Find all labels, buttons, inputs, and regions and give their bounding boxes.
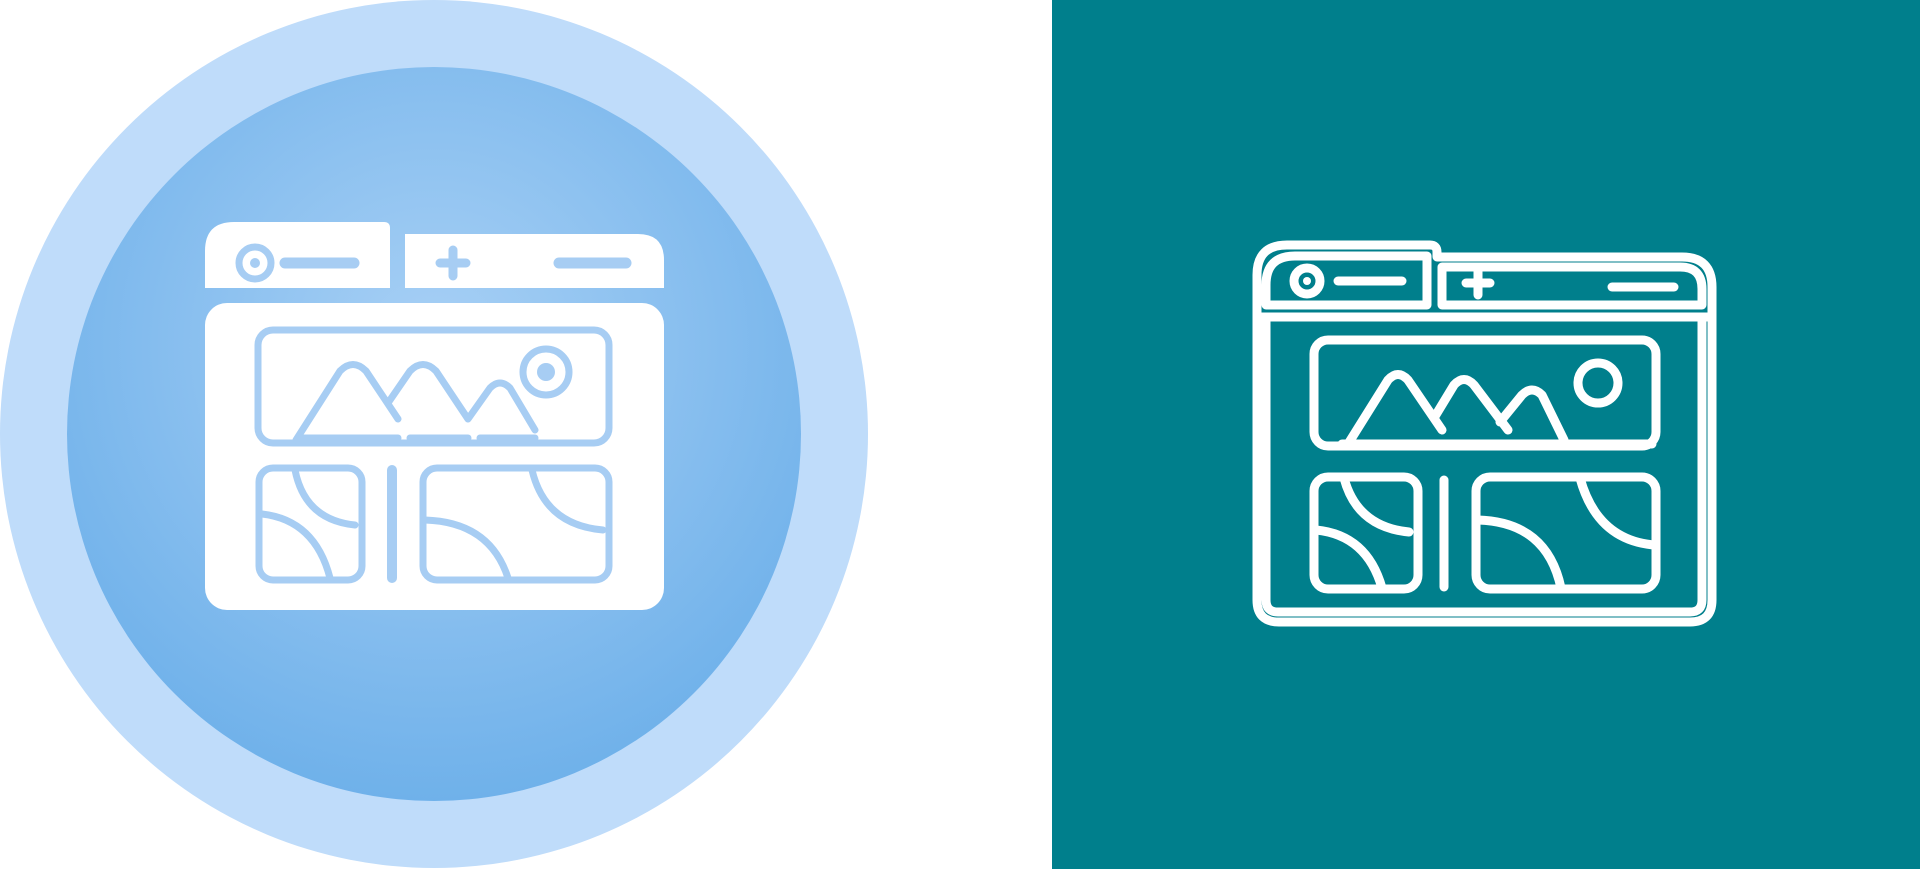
right-variant-panel — [1052, 0, 1920, 869]
teal-background — [1052, 0, 1920, 869]
filled-web-gallery-icon — [0, 0, 868, 868]
left-variant-panel — [0, 0, 1052, 869]
outline-web-gallery-icon — [1052, 0, 1920, 869]
web-gallery-icon — [205, 222, 664, 610]
